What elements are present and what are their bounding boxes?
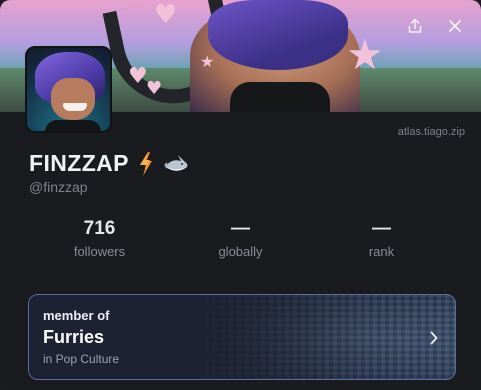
heart-decoration: ♥ <box>146 78 163 99</box>
stat-label: rank <box>368 244 395 259</box>
heart-decoration: ♥ <box>154 0 178 30</box>
avatar-face <box>51 78 95 120</box>
lightning-bolt-icon <box>139 151 152 176</box>
community-name: Furries <box>43 327 105 347</box>
share-icon <box>408 18 422 33</box>
community-category: in Pop Culture <box>43 352 120 366</box>
close-icon <box>449 20 461 32</box>
stat-value: — <box>231 218 250 239</box>
community-card[interactable]: member of Furries in Pop Culture <box>28 294 456 380</box>
stats-row: 716 followers — globally — rank <box>29 218 452 259</box>
profile-card: ♥ ♥ ♥ ★ ★ atlas.tiago.zip FINZZAP @finzz… <box>0 0 481 390</box>
avatar[interactable] <box>25 46 112 133</box>
community-open-button[interactable] <box>427 329 441 347</box>
shark-icon <box>163 154 188 171</box>
stat-followers[interactable]: 716 followers <box>29 218 170 259</box>
community-eyebrow: member of <box>43 308 110 323</box>
heart-decoration: ♥ <box>128 64 148 89</box>
site-link[interactable]: atlas.tiago.zip <box>398 126 465 138</box>
avatar-collar <box>45 120 101 131</box>
stat-value: — <box>372 218 391 239</box>
banner-character-hair <box>208 0 348 70</box>
star-decoration: ★ <box>200 52 215 71</box>
stat-rank: — rank <box>311 218 452 259</box>
chevron-right-icon <box>430 331 438 345</box>
stat-value: 716 <box>83 218 116 239</box>
stat-globally: — globally <box>170 218 311 259</box>
star-decoration: ★ <box>346 30 384 79</box>
share-button[interactable] <box>403 14 427 38</box>
user-handle: @finzzap <box>29 179 88 195</box>
display-name: FINZZAP <box>29 150 129 176</box>
name-row: FINZZAP <box>29 150 189 177</box>
stat-label: followers <box>73 244 126 259</box>
banner-character-collar <box>230 82 330 112</box>
avatar-grin <box>63 103 87 111</box>
stat-label: globally <box>218 244 263 259</box>
close-button[interactable] <box>443 14 467 38</box>
